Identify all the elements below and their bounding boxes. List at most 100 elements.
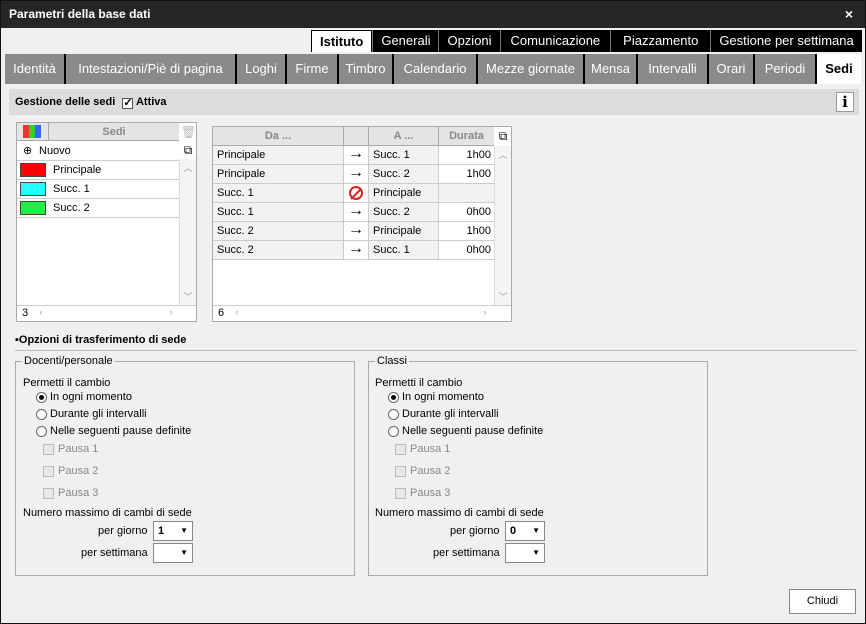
from-column-header[interactable]: Da ... xyxy=(213,127,344,145)
trash-icon[interactable]: 🗑 xyxy=(181,125,196,139)
color-swatch[interactable] xyxy=(20,201,46,215)
list-item[interactable]: Succ. 2 xyxy=(17,199,179,218)
duration-cell[interactable]: 1h00 xyxy=(439,146,494,164)
scroll-down-icon[interactable]: ﹀ xyxy=(495,290,511,303)
to-cell: Succ. 2 xyxy=(369,165,439,183)
radio-label[interactable]: In ogni momento xyxy=(402,391,484,403)
subtab-sedi[interactable]: Sedi xyxy=(817,54,861,84)
tab-comunicazione[interactable]: Comunicazione xyxy=(499,30,611,52)
radio-any-time[interactable] xyxy=(388,392,399,403)
duration-cell[interactable] xyxy=(439,184,494,202)
subtab-intestazioni[interactable]: Intestazioni/Piè di pagina xyxy=(66,54,237,84)
pause-checkbox[interactable] xyxy=(43,444,54,455)
sub-tabs: Identità Intestazioni/Piè di pagina Logh… xyxy=(5,54,861,84)
sedi-column-header[interactable]: Sedi xyxy=(49,123,179,141)
radio-during-breaks[interactable] xyxy=(388,409,399,420)
scroll-up-icon[interactable]: ︿ xyxy=(495,148,511,161)
pause-checkbox[interactable] xyxy=(43,488,54,499)
duration-column-header[interactable]: Durata xyxy=(439,127,494,145)
per-day-label: per giorno xyxy=(98,525,148,537)
subtab-mensa[interactable]: Mensa xyxy=(585,54,638,84)
table-row[interactable]: Succ. 1 Principale xyxy=(213,184,494,203)
radio-during-breaks[interactable] xyxy=(36,409,47,420)
to-cell: Principale xyxy=(369,222,439,240)
duration-cell[interactable]: 0h00 xyxy=(439,241,494,259)
color-swatch[interactable] xyxy=(20,182,46,196)
no-entry-icon[interactable] xyxy=(344,184,369,202)
scroll-down-icon[interactable]: ﹀ xyxy=(180,290,196,303)
new-row[interactable]: ⊕ Nuovo xyxy=(17,142,179,161)
radio-label[interactable]: Nelle seguenti pause definite xyxy=(50,425,191,437)
list-item[interactable]: Principale xyxy=(17,161,179,180)
table-row[interactable]: Succ. 2 → Principale 1h00 xyxy=(213,222,494,241)
scroll-right-icon[interactable]: › xyxy=(477,307,493,317)
per-week-select[interactable] xyxy=(505,543,545,563)
scroll-left-icon[interactable]: ‹ xyxy=(33,307,49,317)
arrow-right-icon[interactable]: → xyxy=(344,146,369,164)
tab-opzioni[interactable]: Opzioni xyxy=(438,30,500,52)
arrow-right-icon[interactable]: → xyxy=(344,241,369,259)
close-icon[interactable]: × xyxy=(845,1,853,28)
subtab-calendario[interactable]: Calendario xyxy=(394,54,478,84)
radio-label[interactable]: Nelle seguenti pause definite xyxy=(402,425,543,437)
color-column-header[interactable] xyxy=(17,123,49,141)
table-row[interactable]: Principale → Succ. 2 1h00 xyxy=(213,165,494,184)
close-button[interactable]: Chiudi xyxy=(789,589,856,614)
tab-generali[interactable]: Generali xyxy=(372,30,439,52)
scroll-right-icon[interactable]: › xyxy=(163,307,179,317)
per-week-label: per settimana xyxy=(81,547,148,559)
subtab-loghi[interactable]: Loghi xyxy=(237,54,287,84)
duration-cell[interactable]: 1h00 xyxy=(439,165,494,183)
pause-checkbox[interactable] xyxy=(395,444,406,455)
list-item[interactable]: Succ. 1 xyxy=(17,180,179,199)
tab-istituto[interactable]: Istituto xyxy=(311,30,373,52)
subtab-orari[interactable]: Orari xyxy=(709,54,755,84)
tab-gestione-settimana[interactable]: Gestione per settimana xyxy=(710,30,862,52)
pause-checkbox[interactable] xyxy=(395,466,406,477)
table-row[interactable]: Principale → Succ. 1 1h00 xyxy=(213,146,494,165)
title-bar: Parametri della base dati × xyxy=(1,1,865,28)
per-week-select[interactable] xyxy=(153,543,193,563)
arrow-right-icon[interactable]: → xyxy=(344,222,369,240)
active-checkbox[interactable]: ✓ xyxy=(122,98,134,109)
classes-options-group: Classi Permetti il cambio In ogni moment… xyxy=(368,355,708,576)
vertical-scrollbar[interactable]: ︿ ﹀ xyxy=(179,159,196,305)
scroll-up-icon[interactable]: ︿ xyxy=(180,161,196,174)
info-icon[interactable]: i xyxy=(836,92,854,112)
arrow-right-icon[interactable]: → xyxy=(344,203,369,221)
per-day-select[interactable]: 1 xyxy=(153,521,193,541)
radio-any-time[interactable] xyxy=(36,392,47,403)
color-swatch[interactable] xyxy=(20,163,46,177)
arrow-right-icon[interactable]: → xyxy=(344,165,369,183)
radio-label[interactable]: Durante gli intervalli xyxy=(50,408,147,420)
from-cell: Succ. 2 xyxy=(213,241,344,259)
subtab-firme[interactable]: Firme xyxy=(287,54,339,84)
permit-label: Permetti il cambio xyxy=(23,377,111,389)
to-cell: Succ. 2 xyxy=(369,203,439,221)
per-day-select[interactable]: 0 xyxy=(505,521,545,541)
tab-piazzamento[interactable]: Piazzamento xyxy=(610,30,711,52)
table-row[interactable]: Succ. 2 → Succ. 1 0h00 xyxy=(213,241,494,260)
scroll-left-icon[interactable]: ‹ xyxy=(229,307,245,317)
top-tabs: Istituto Generali Opzioni Comunicazione … xyxy=(311,30,862,52)
table-row[interactable]: Succ. 1 → Succ. 2 0h00 xyxy=(213,203,494,222)
copy-icon[interactable]: ⧉ xyxy=(496,129,510,143)
radio-label[interactable]: In ogni momento xyxy=(50,391,132,403)
duration-cell[interactable]: 1h00 xyxy=(439,222,494,240)
vertical-scrollbar[interactable]: ︿ ﹀ xyxy=(494,146,511,305)
radio-defined-pauses[interactable] xyxy=(36,426,47,437)
subtab-identita[interactable]: Identità xyxy=(5,54,66,84)
subtab-periodi[interactable]: Periodi xyxy=(755,54,817,84)
pause-checkbox[interactable] xyxy=(395,488,406,499)
pause-checkbox[interactable] xyxy=(43,466,54,477)
transfers-grid: Da ... A ... Durata ⧉ Principale → Succ.… xyxy=(212,126,512,322)
subtab-mezze-giornate[interactable]: Mezze giornate xyxy=(478,54,585,84)
radio-defined-pauses[interactable] xyxy=(388,426,399,437)
subtab-intervalli[interactable]: Intervalli xyxy=(638,54,709,84)
subtab-timbro[interactable]: Timbro xyxy=(339,54,394,84)
to-cell: Succ. 1 xyxy=(369,146,439,164)
duration-cell[interactable]: 0h00 xyxy=(439,203,494,221)
to-column-header[interactable]: A ... xyxy=(369,127,439,145)
radio-label[interactable]: Durante gli intervalli xyxy=(402,408,499,420)
copy-icon[interactable]: ⧉ xyxy=(181,143,195,157)
